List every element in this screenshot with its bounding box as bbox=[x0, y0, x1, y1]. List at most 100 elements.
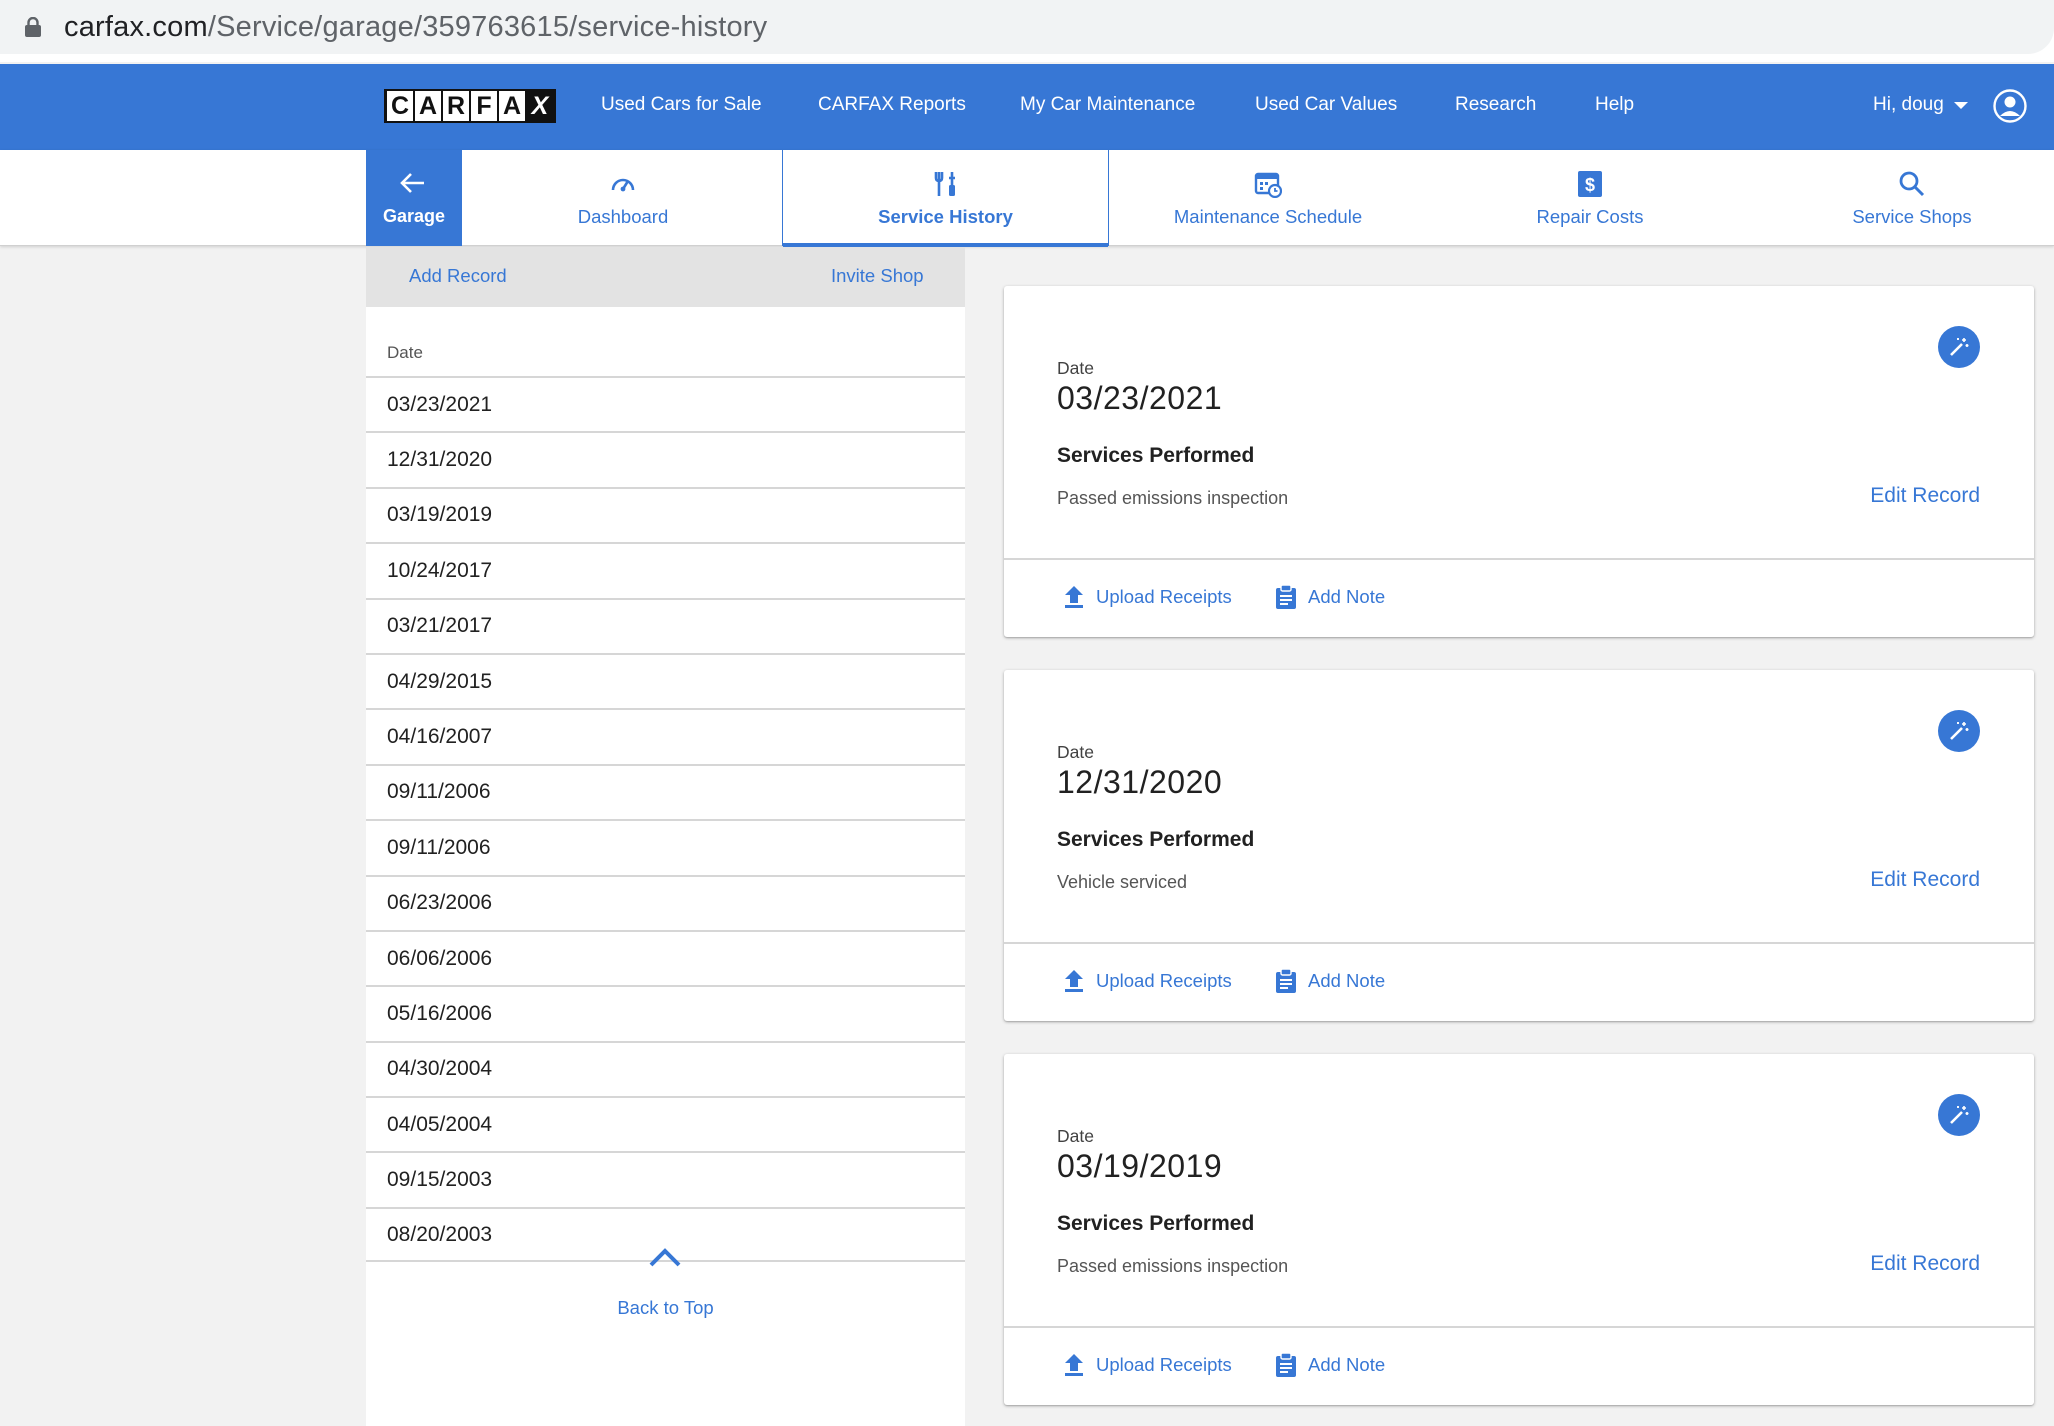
nav-research[interactable]: Research bbox=[1455, 92, 1536, 118]
add-record-link[interactable]: Add Record bbox=[409, 265, 507, 287]
upload-receipts-button[interactable]: Upload Receipts bbox=[1062, 968, 1232, 994]
user-greeting: Hi, doug bbox=[1873, 94, 1944, 115]
upload-icon bbox=[1065, 1354, 1083, 1376]
date-list-item[interactable]: 09/11/2006 bbox=[366, 763, 965, 819]
arrow-left-icon bbox=[400, 173, 424, 193]
service-record-card: Date 03/19/2019 Services Performed Passe… bbox=[1004, 1054, 2034, 1405]
back-to-top-button[interactable]: Back to Top bbox=[366, 1248, 965, 1319]
add-note-label: Add Note bbox=[1308, 970, 1386, 991]
date-list-item[interactable]: 10/24/2017 bbox=[366, 542, 965, 597]
date-list-item[interactable]: 06/23/2006 bbox=[366, 874, 965, 930]
date-list-item[interactable]: 03/21/2017 bbox=[366, 597, 965, 653]
user-menu[interactable]: Hi, doug bbox=[1873, 92, 1968, 118]
edit-record-link[interactable]: Edit Record bbox=[1870, 1252, 1980, 1276]
date-list-item[interactable]: 04/30/2004 bbox=[366, 1040, 965, 1096]
nav-my-car-maintenance[interactable]: My Car Maintenance bbox=[1020, 92, 1195, 118]
date-label: Date bbox=[1057, 358, 1094, 378]
logo-letter: R bbox=[443, 91, 469, 121]
tab-label: Service History bbox=[878, 206, 1013, 227]
nav-used-car-values[interactable]: Used Car Values bbox=[1255, 92, 1397, 118]
date-list-item[interactable]: 12/31/2020 bbox=[366, 431, 965, 486]
services-performed-heading: Services Performed bbox=[1057, 444, 1255, 467]
card-divider bbox=[1004, 558, 2034, 560]
card-divider bbox=[1004, 1326, 2034, 1328]
record-date: 03/19/2019 bbox=[1057, 1148, 1223, 1184]
logo-letter: X bbox=[527, 91, 553, 121]
garage-back-button[interactable]: Garage bbox=[366, 150, 462, 246]
record-date: 03/23/2021 bbox=[1057, 380, 1223, 416]
nav-used-cars-for-sale[interactable]: Used Cars for Sale bbox=[601, 92, 762, 118]
lock-icon bbox=[25, 17, 41, 37]
edit-record-link[interactable]: Edit Record bbox=[1870, 484, 1980, 508]
logo-letter: C bbox=[387, 91, 413, 121]
speedometer-icon bbox=[611, 178, 635, 192]
upload-receipts-button[interactable]: Upload Receipts bbox=[1062, 584, 1232, 610]
add-note-button[interactable]: Add Note bbox=[1274, 1352, 1385, 1378]
chevron-up-icon bbox=[649, 1248, 681, 1267]
add-note-button[interactable]: Add Note bbox=[1274, 584, 1385, 610]
magic-wand-button[interactable] bbox=[1938, 710, 1980, 752]
record-date: 12/31/2020 bbox=[1057, 764, 1223, 800]
url-field[interactable]: carfax.com/Service/garage/359763615/serv… bbox=[0, 0, 2054, 54]
tab-repair-costs[interactable]: $ Repair Costs bbox=[1430, 150, 1750, 246]
service-record-card: Date 03/23/2021 Services Performed Passe… bbox=[1004, 286, 2034, 637]
tab-service-shops[interactable]: Service Shops bbox=[1752, 150, 2054, 246]
magic-wand-icon bbox=[1950, 722, 1969, 740]
clipboard-icon bbox=[1276, 1352, 1296, 1377]
calendar-clock-icon bbox=[1254, 172, 1282, 198]
card-divider bbox=[1004, 942, 2034, 944]
date-list-item[interactable]: 05/16/2006 bbox=[366, 985, 965, 1040]
upload-icon bbox=[1065, 586, 1083, 608]
service-description: Passed emissions inspection bbox=[1057, 1256, 1289, 1276]
logo-letter: A bbox=[415, 91, 441, 121]
date-column-header: Date bbox=[387, 343, 423, 362]
clipboard-icon bbox=[1276, 584, 1296, 609]
date-label: Date bbox=[1057, 1126, 1094, 1146]
logo-letter: F bbox=[471, 91, 497, 121]
date-list-item[interactable]: 09/15/2003 bbox=[366, 1151, 965, 1206]
service-record-card: Date 12/31/2020 Services Performed Vehic… bbox=[1004, 670, 2034, 1021]
garage-label: Garage bbox=[382, 206, 446, 226]
date-list-item[interactable]: 04/05/2004 bbox=[366, 1096, 965, 1151]
upload-receipts-label: Upload Receipts bbox=[1096, 970, 1232, 991]
nav-carfax-reports[interactable]: CARFAX Reports bbox=[818, 92, 966, 118]
sidebar-toolbar: Add Record Invite Shop bbox=[366, 247, 965, 307]
magic-wand-icon bbox=[1950, 1106, 1969, 1124]
account-circle-icon[interactable] bbox=[1993, 89, 2027, 123]
date-list-item[interactable]: 09/11/2006 bbox=[366, 819, 965, 874]
edit-record-link[interactable]: Edit Record bbox=[1870, 868, 1980, 892]
date-list-item[interactable]: 06/06/2006 bbox=[366, 929, 965, 985]
date-list-item[interactable]: 04/16/2007 bbox=[366, 708, 965, 763]
add-note-button[interactable]: Add Note bbox=[1274, 968, 1385, 994]
service-description: Vehicle serviced bbox=[1057, 872, 1188, 892]
date-list-item[interactable]: 03/19/2019 bbox=[366, 486, 965, 542]
upload-receipts-label: Upload Receipts bbox=[1096, 586, 1232, 607]
date-list-item[interactable]: 03/23/2021 bbox=[366, 376, 965, 431]
add-note-label: Add Note bbox=[1308, 1354, 1386, 1375]
date-list: 03/23/2021 12/31/2020 03/19/2019 10/24/2… bbox=[366, 376, 965, 1263]
dollar-icon: $ bbox=[1578, 171, 1602, 197]
date-list-item[interactable]: 04/29/2015 bbox=[366, 652, 965, 708]
url-text: carfax.com/Service/garage/359763615/serv… bbox=[64, 11, 768, 43]
caret-down-icon bbox=[1953, 101, 1968, 109]
back-to-top-label: Back to Top bbox=[617, 1297, 714, 1318]
tab-label: Dashboard bbox=[577, 206, 669, 227]
clipboard-icon bbox=[1276, 968, 1296, 993]
invite-shop-link[interactable]: Invite Shop bbox=[831, 265, 924, 287]
tab-service-history[interactable]: Service History bbox=[782, 150, 1109, 247]
logo-letter: A bbox=[499, 91, 525, 121]
nav-help[interactable]: Help bbox=[1595, 92, 1634, 118]
tab-maintenance-schedule[interactable]: Maintenance Schedule bbox=[1108, 150, 1428, 246]
browser-address-bar: carfax.com/Service/garage/359763615/serv… bbox=[0, 0, 2054, 62]
date-label: Date bbox=[1057, 742, 1094, 762]
carfax-logo[interactable]: C A R F A X bbox=[384, 89, 556, 123]
upload-receipts-label: Upload Receipts bbox=[1096, 1354, 1232, 1375]
magic-wand-button[interactable] bbox=[1938, 1094, 1980, 1136]
services-performed-heading: Services Performed bbox=[1057, 1212, 1255, 1235]
upload-receipts-button[interactable]: Upload Receipts bbox=[1062, 1352, 1232, 1378]
tools-icon bbox=[934, 172, 955, 196]
tab-label: Maintenance Schedule bbox=[1173, 206, 1363, 227]
tab-label: Repair Costs bbox=[1536, 206, 1644, 227]
magic-wand-button[interactable] bbox=[1938, 326, 1980, 368]
tab-dashboard[interactable]: Dashboard bbox=[463, 150, 783, 246]
